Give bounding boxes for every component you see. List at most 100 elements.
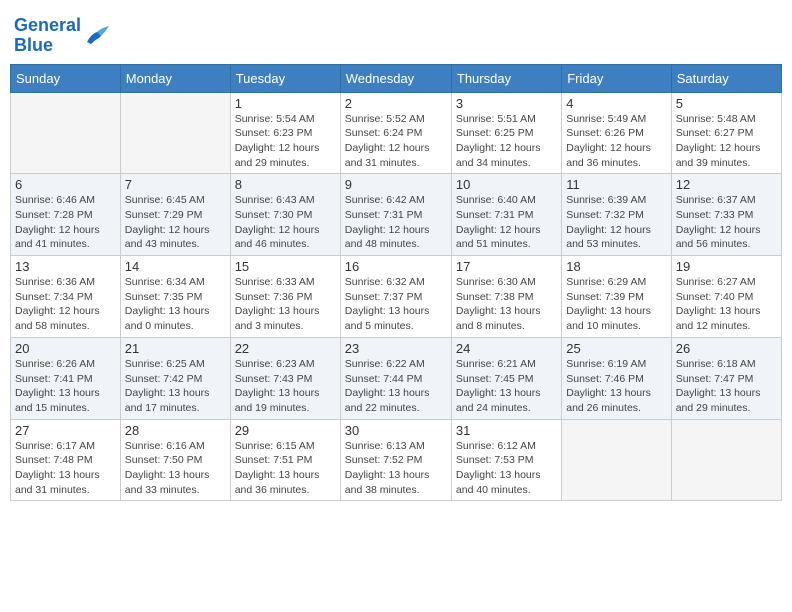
day-info: Sunrise: 5:49 AMSunset: 6:26 PMDaylight:…	[566, 112, 666, 171]
weekday-header-sunday: Sunday	[11, 64, 121, 92]
day-number: 9	[345, 177, 447, 192]
calendar-cell: 1Sunrise: 5:54 AMSunset: 6:23 PMDaylight…	[230, 92, 340, 174]
weekday-header-friday: Friday	[562, 64, 671, 92]
calendar-week-row: 6Sunrise: 6:46 AMSunset: 7:28 PMDaylight…	[11, 174, 782, 256]
calendar-cell: 21Sunrise: 6:25 AMSunset: 7:42 PMDayligh…	[120, 337, 230, 419]
day-number: 27	[15, 423, 116, 438]
logo-text: GeneralBlue	[14, 16, 81, 56]
calendar-table: SundayMondayTuesdayWednesdayThursdayFrid…	[10, 64, 782, 502]
day-info: Sunrise: 5:48 AMSunset: 6:27 PMDaylight:…	[676, 112, 777, 171]
weekday-header-tuesday: Tuesday	[230, 64, 340, 92]
day-number: 6	[15, 177, 116, 192]
day-info: Sunrise: 6:42 AMSunset: 7:31 PMDaylight:…	[345, 193, 447, 252]
calendar-week-row: 1Sunrise: 5:54 AMSunset: 6:23 PMDaylight…	[11, 92, 782, 174]
day-number: 4	[566, 96, 666, 111]
day-number: 19	[676, 259, 777, 274]
day-info: Sunrise: 6:26 AMSunset: 7:41 PMDaylight:…	[15, 357, 116, 416]
day-number: 15	[235, 259, 336, 274]
day-info: Sunrise: 6:25 AMSunset: 7:42 PMDaylight:…	[125, 357, 226, 416]
calendar-cell: 8Sunrise: 6:43 AMSunset: 7:30 PMDaylight…	[230, 174, 340, 256]
day-number: 31	[456, 423, 557, 438]
calendar-cell: 18Sunrise: 6:29 AMSunset: 7:39 PMDayligh…	[562, 256, 671, 338]
day-number: 26	[676, 341, 777, 356]
day-info: Sunrise: 6:21 AMSunset: 7:45 PMDaylight:…	[456, 357, 557, 416]
day-info: Sunrise: 6:15 AMSunset: 7:51 PMDaylight:…	[235, 439, 336, 498]
calendar-cell: 2Sunrise: 5:52 AMSunset: 6:24 PMDaylight…	[340, 92, 451, 174]
weekday-header-thursday: Thursday	[451, 64, 561, 92]
weekday-header-saturday: Saturday	[671, 64, 781, 92]
day-info: Sunrise: 6:19 AMSunset: 7:46 PMDaylight:…	[566, 357, 666, 416]
calendar-cell: 30Sunrise: 6:13 AMSunset: 7:52 PMDayligh…	[340, 419, 451, 501]
day-number: 2	[345, 96, 447, 111]
day-info: Sunrise: 6:12 AMSunset: 7:53 PMDaylight:…	[456, 439, 557, 498]
day-number: 5	[676, 96, 777, 111]
day-info: Sunrise: 6:17 AMSunset: 7:48 PMDaylight:…	[15, 439, 116, 498]
day-number: 21	[125, 341, 226, 356]
day-number: 28	[125, 423, 226, 438]
day-info: Sunrise: 6:30 AMSunset: 7:38 PMDaylight:…	[456, 275, 557, 334]
calendar-cell: 13Sunrise: 6:36 AMSunset: 7:34 PMDayligh…	[11, 256, 121, 338]
calendar-cell: 10Sunrise: 6:40 AMSunset: 7:31 PMDayligh…	[451, 174, 561, 256]
day-number: 25	[566, 341, 666, 356]
day-info: Sunrise: 6:39 AMSunset: 7:32 PMDaylight:…	[566, 193, 666, 252]
day-info: Sunrise: 6:45 AMSunset: 7:29 PMDaylight:…	[125, 193, 226, 252]
calendar-cell: 9Sunrise: 6:42 AMSunset: 7:31 PMDaylight…	[340, 174, 451, 256]
page-header: GeneralBlue	[10, 10, 782, 56]
day-number: 17	[456, 259, 557, 274]
day-number: 10	[456, 177, 557, 192]
day-info: Sunrise: 6:13 AMSunset: 7:52 PMDaylight:…	[345, 439, 447, 498]
day-number: 13	[15, 259, 116, 274]
weekday-header-monday: Monday	[120, 64, 230, 92]
calendar-cell: 27Sunrise: 6:17 AMSunset: 7:48 PMDayligh…	[11, 419, 121, 501]
calendar-cell: 19Sunrise: 6:27 AMSunset: 7:40 PMDayligh…	[671, 256, 781, 338]
weekday-header-wednesday: Wednesday	[340, 64, 451, 92]
day-info: Sunrise: 6:29 AMSunset: 7:39 PMDaylight:…	[566, 275, 666, 334]
calendar-week-row: 27Sunrise: 6:17 AMSunset: 7:48 PMDayligh…	[11, 419, 782, 501]
calendar-cell: 26Sunrise: 6:18 AMSunset: 7:47 PMDayligh…	[671, 337, 781, 419]
day-info: Sunrise: 5:54 AMSunset: 6:23 PMDaylight:…	[235, 112, 336, 171]
day-number: 14	[125, 259, 226, 274]
calendar-cell: 4Sunrise: 5:49 AMSunset: 6:26 PMDaylight…	[562, 92, 671, 174]
day-number: 22	[235, 341, 336, 356]
day-info: Sunrise: 6:37 AMSunset: 7:33 PMDaylight:…	[676, 193, 777, 252]
calendar-cell: 20Sunrise: 6:26 AMSunset: 7:41 PMDayligh…	[11, 337, 121, 419]
calendar-cell	[120, 92, 230, 174]
day-info: Sunrise: 6:33 AMSunset: 7:36 PMDaylight:…	[235, 275, 336, 334]
calendar-cell: 3Sunrise: 5:51 AMSunset: 6:25 PMDaylight…	[451, 92, 561, 174]
day-number: 16	[345, 259, 447, 274]
day-info: Sunrise: 6:36 AMSunset: 7:34 PMDaylight:…	[15, 275, 116, 334]
logo-bird-icon	[83, 24, 111, 48]
calendar-cell: 11Sunrise: 6:39 AMSunset: 7:32 PMDayligh…	[562, 174, 671, 256]
day-info: Sunrise: 6:23 AMSunset: 7:43 PMDaylight:…	[235, 357, 336, 416]
day-info: Sunrise: 6:27 AMSunset: 7:40 PMDaylight:…	[676, 275, 777, 334]
day-info: Sunrise: 5:52 AMSunset: 6:24 PMDaylight:…	[345, 112, 447, 171]
day-info: Sunrise: 6:43 AMSunset: 7:30 PMDaylight:…	[235, 193, 336, 252]
calendar-cell: 22Sunrise: 6:23 AMSunset: 7:43 PMDayligh…	[230, 337, 340, 419]
calendar-week-row: 20Sunrise: 6:26 AMSunset: 7:41 PMDayligh…	[11, 337, 782, 419]
calendar-cell: 5Sunrise: 5:48 AMSunset: 6:27 PMDaylight…	[671, 92, 781, 174]
day-number: 18	[566, 259, 666, 274]
weekday-header-row: SundayMondayTuesdayWednesdayThursdayFrid…	[11, 64, 782, 92]
logo: GeneralBlue	[14, 16, 111, 56]
calendar-cell: 15Sunrise: 6:33 AMSunset: 7:36 PMDayligh…	[230, 256, 340, 338]
calendar-cell: 12Sunrise: 6:37 AMSunset: 7:33 PMDayligh…	[671, 174, 781, 256]
day-info: Sunrise: 6:34 AMSunset: 7:35 PMDaylight:…	[125, 275, 226, 334]
calendar-cell: 25Sunrise: 6:19 AMSunset: 7:46 PMDayligh…	[562, 337, 671, 419]
day-info: Sunrise: 6:46 AMSunset: 7:28 PMDaylight:…	[15, 193, 116, 252]
day-number: 7	[125, 177, 226, 192]
day-number: 12	[676, 177, 777, 192]
day-info: Sunrise: 6:40 AMSunset: 7:31 PMDaylight:…	[456, 193, 557, 252]
calendar-week-row: 13Sunrise: 6:36 AMSunset: 7:34 PMDayligh…	[11, 256, 782, 338]
calendar-cell: 6Sunrise: 6:46 AMSunset: 7:28 PMDaylight…	[11, 174, 121, 256]
calendar-cell	[562, 419, 671, 501]
calendar-cell: 31Sunrise: 6:12 AMSunset: 7:53 PMDayligh…	[451, 419, 561, 501]
calendar-cell: 29Sunrise: 6:15 AMSunset: 7:51 PMDayligh…	[230, 419, 340, 501]
calendar-cell: 24Sunrise: 6:21 AMSunset: 7:45 PMDayligh…	[451, 337, 561, 419]
day-number: 11	[566, 177, 666, 192]
day-info: Sunrise: 6:16 AMSunset: 7:50 PMDaylight:…	[125, 439, 226, 498]
calendar-cell: 23Sunrise: 6:22 AMSunset: 7:44 PMDayligh…	[340, 337, 451, 419]
calendar-cell: 17Sunrise: 6:30 AMSunset: 7:38 PMDayligh…	[451, 256, 561, 338]
day-info: Sunrise: 6:32 AMSunset: 7:37 PMDaylight:…	[345, 275, 447, 334]
calendar-cell	[671, 419, 781, 501]
calendar-cell	[11, 92, 121, 174]
